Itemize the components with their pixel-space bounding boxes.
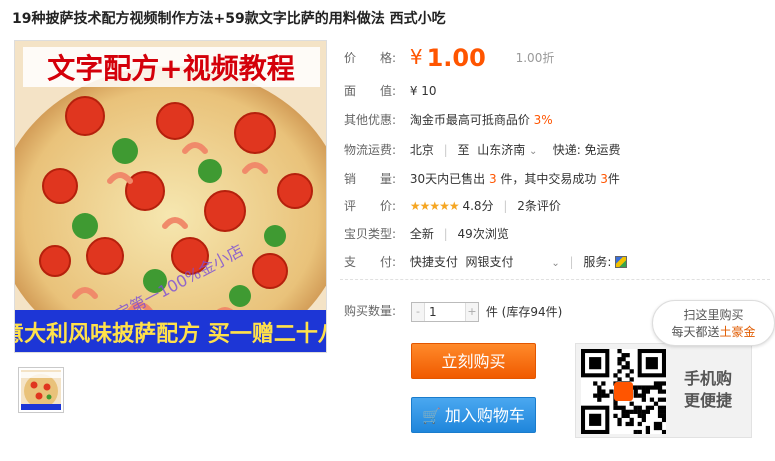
bubble-gold-text: 土豪金 [719, 325, 756, 339]
product-title: 19种披萨技术配方视频制作方法+59款文字比萨的用料做法 西式小吃 [12, 11, 446, 27]
sales-suffix: 件 [607, 172, 620, 186]
shipping-from: 北京 [409, 143, 434, 157]
quantity-label: 购买数量: [344, 304, 397, 318]
mobile-line-1: 手机购 [684, 369, 733, 388]
sales-mid: 件，其中交易成功 [500, 172, 597, 186]
quantity-row: 购买数量: [344, 302, 406, 319]
promo-text: 淘金币最高可抵商品价 [409, 113, 530, 127]
star-rating-icon: ★★★★★ [409, 199, 460, 213]
shipping-label: 物流运费: [344, 143, 397, 157]
sales-sold-count: 3 [488, 172, 497, 186]
price-symbol: ¥ [409, 45, 423, 69]
view-count: 49次浏览 [457, 227, 509, 241]
payment-method-bank: 网银支付 [465, 255, 514, 269]
promo-pct: 3% [533, 113, 553, 127]
quantity-input[interactable] [424, 303, 466, 321]
stock-text: 件 (库存94件) [485, 304, 563, 319]
buy-now-button[interactable]: 立刻购买 [411, 343, 536, 379]
face-value: ¥ 10 [409, 84, 437, 98]
service-label: 服务: [583, 255, 612, 269]
mobile-purchase-panel: 手机购 更便捷 [575, 343, 752, 438]
bubble-line-1: 扫这里购买 [683, 308, 744, 322]
banner-top-text: 文字配方+视频教程 [47, 52, 294, 85]
shipping-destination-select[interactable]: 山东济南 ⌄ [477, 141, 537, 158]
shipping-row: 物流运费: 北京 | 至 山东济南 ⌄ 快递: 免运费 [344, 141, 621, 158]
promo-row: 其他优惠: 淘金币最高可抵商品价 3% [344, 111, 553, 128]
price-row: 价 格: ¥1.00 1.00折 [344, 44, 554, 72]
rating-row: 评 价: ★★★★★ 4.8分 | 2条评价 [344, 199, 561, 213]
item-type-row: 宝贝类型: 全新 | 49次浏览 [344, 227, 509, 241]
thumbnail-image[interactable] [18, 367, 64, 413]
review-count-link[interactable]: 2条评价 [517, 199, 561, 213]
sales-label: 销 量: [344, 172, 397, 186]
quantity-stepper[interactable]: - + [411, 302, 479, 322]
shipping-to: 山东济南 [477, 143, 526, 157]
quantity-minus-button[interactable]: - [412, 303, 424, 321]
bubble-line-2: 每天都送土豪金 [671, 325, 756, 339]
chevron-down-icon: ⌄ [529, 146, 538, 157]
qr-code-icon[interactable] [581, 349, 667, 435]
face-value-label: 面 值: [344, 84, 397, 98]
quantity-plus-button[interactable]: + [466, 303, 478, 321]
product-main-image[interactable]: 文字配方+视频教程 淘宝第一100%金小店 意大利风味披萨配方 买一赠二十八 [14, 40, 327, 353]
sales-success-count: 3 [600, 172, 608, 186]
rating-label: 评 价: [344, 199, 397, 213]
price-label: 价 格: [344, 51, 397, 65]
payment-method-quick: 快捷支付 [409, 255, 458, 269]
sales-row: 销 量: 30天内已售出 3 件，其中交易成功 3件 [344, 170, 620, 187]
add-to-cart-label: 加入购物车 [444, 406, 525, 425]
scan-tooltip-bubble: 扫这里购买 每天都送土豪金 [652, 300, 775, 346]
discount-text: 1.00折 [515, 51, 555, 65]
service-icon[interactable] [615, 256, 628, 268]
add-to-cart-button[interactable]: 🛒 加入购物车 [411, 397, 536, 433]
shipping-express: 快递: 免运费 [552, 143, 621, 157]
banner-bottom-text: 意大利风味披萨配方 买一赠二十八 [15, 321, 327, 347]
quantity-stepper-row: - + 件 (库存94件) [411, 302, 562, 322]
price-value: 1.00 [426, 44, 486, 72]
mobile-line-2: 更便捷 [684, 391, 733, 410]
payment-row: 支 付: 快捷支付 网银支付 ⌄ | 服务: [344, 253, 628, 270]
cart-icon: 🛒 [422, 407, 441, 425]
mobile-purchase-text: 手机购 更便捷 [684, 368, 732, 412]
shipping-to-prefix: 至 [457, 143, 470, 157]
payment-chevron-down-icon[interactable]: ⌄ [551, 258, 559, 269]
sales-prefix: 30天内已售出 [409, 172, 486, 186]
face-value-row: 面 值: ¥ 10 [344, 82, 437, 99]
payment-label: 支 付: [344, 255, 397, 269]
promo-label: 其他优惠: [344, 113, 397, 127]
item-type-value: 全新 [409, 227, 434, 241]
rating-score: 4.8分 [462, 199, 494, 213]
item-type-label: 宝贝类型: [344, 227, 397, 241]
divider [340, 279, 770, 280]
